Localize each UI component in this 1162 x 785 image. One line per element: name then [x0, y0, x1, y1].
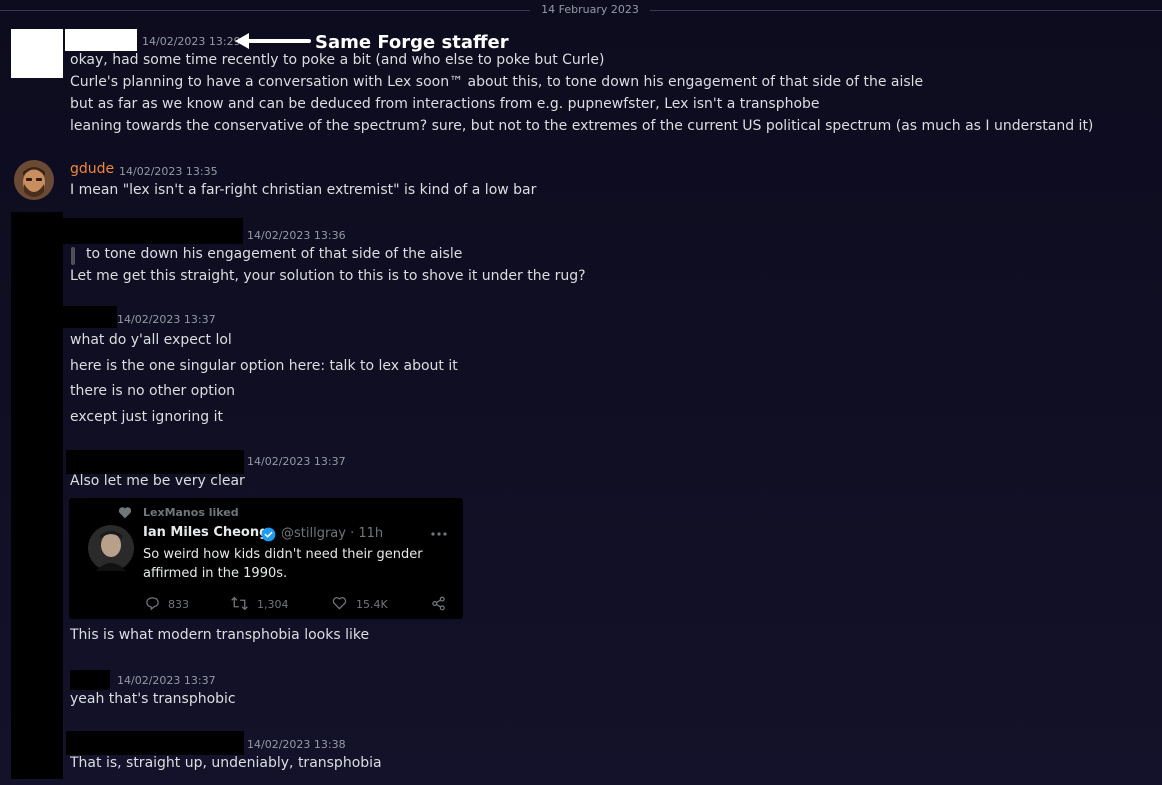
message-line: there is no other option: [70, 383, 236, 399]
like-icon[interactable]: [332, 596, 347, 610]
message-line: Let me get this straight, your solution …: [70, 268, 586, 284]
message-timestamp: 14/02/2023 13:38: [247, 738, 346, 751]
repost-icon[interactable]: [231, 596, 248, 611]
repost-count: 1,304: [257, 598, 289, 611]
message-timestamp: 14/02/2023 13:37: [117, 674, 216, 687]
tweet-embed[interactable]: LexManos liked Ian Miles Cheong @stillgr…: [69, 498, 463, 619]
verified-badge-icon: [261, 527, 276, 542]
quote-bar: [71, 247, 75, 265]
message-line: okay, had some time recently to poke a b…: [70, 52, 605, 68]
username-redacted: [65, 29, 137, 51]
quoted-text: to tone down his engagement of that side…: [86, 246, 463, 262]
message-timestamp: 14/02/2023 13:35: [119, 165, 218, 178]
tweet-text-line: So weird how kids didn't need their gend…: [143, 547, 423, 562]
message-line: but as far as we know and can be deduced…: [70, 96, 820, 112]
avatar[interactable]: [14, 160, 54, 200]
date-divider-label: 14 February 2023: [541, 3, 639, 16]
username-redacted: [63, 306, 117, 328]
message-timestamp: 14/02/2023 13:37: [247, 455, 346, 468]
message-line: what do y'all expect lol: [70, 332, 232, 348]
reply-count: 833: [168, 598, 189, 611]
message-timestamp: 14/02/2023 13:29: [142, 35, 241, 48]
message-line: I mean "lex isn't a far-right christian …: [70, 182, 537, 198]
username-redacted: [63, 218, 243, 244]
liked-by-label: LexManos liked: [143, 506, 239, 519]
tweet-text-line: affirmed in the 1990s.: [143, 566, 288, 581]
heart-icon: [118, 507, 132, 519]
username[interactable]: gdude: [70, 161, 114, 177]
message-line: leaning towards the conservative of the …: [70, 118, 1094, 134]
message-line: That is, straight up, undeniably, transp…: [70, 755, 382, 771]
message-line: here is the one singular option here: ta…: [70, 358, 458, 374]
more-options-icon[interactable]: [431, 532, 447, 536]
tweet-author-name[interactable]: Ian Miles Cheong: [143, 525, 268, 540]
avatar-column-redacted: [11, 212, 63, 779]
username-redacted: [66, 731, 244, 755]
divider-line-right: [650, 10, 1162, 11]
avatar-redacted: [11, 29, 63, 78]
reply-icon[interactable]: [145, 596, 160, 611]
message-line: Curle's planning to have a conversation …: [70, 74, 924, 90]
date-divider: 14 February 2023: [0, 3, 1162, 17]
like-count: 15.4K: [356, 598, 388, 611]
annotation-label: Same Forge staffer: [315, 32, 509, 53]
message-line: This is what modern transphobia looks li…: [70, 627, 370, 643]
message-line: Also let me be very clear: [70, 473, 245, 489]
divider-line-left: [0, 10, 530, 11]
tweet-author-avatar[interactable]: [88, 525, 134, 571]
username-redacted: [66, 450, 244, 474]
message-line: yeah that's transphobic: [70, 691, 236, 707]
share-icon[interactable]: [431, 596, 446, 611]
username-redacted: [70, 670, 110, 690]
message-timestamp: 14/02/2023 13:36: [247, 229, 346, 242]
message-timestamp: 14/02/2023 13:37: [117, 313, 216, 326]
message-line: except just ignoring it: [70, 409, 223, 425]
annotation-arrow-icon: [235, 33, 311, 49]
tweet-author-handle[interactable]: @stillgray · 11h: [281, 526, 383, 541]
